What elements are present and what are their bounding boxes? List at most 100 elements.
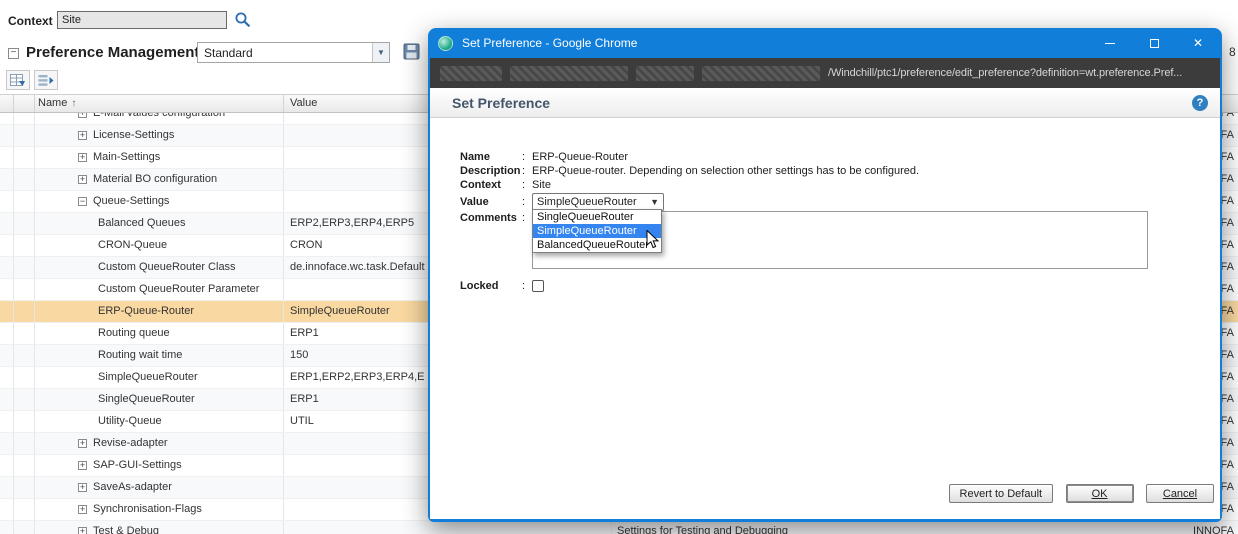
listbox-option[interactable]: SimpleQueueRouter <box>533 224 661 238</box>
row-gutter-cell <box>14 301 35 322</box>
colon <box>522 164 532 178</box>
redacted-url-segment <box>702 66 820 81</box>
search-icon[interactable] <box>234 11 252 29</box>
tree-toggle-icon[interactable]: + <box>78 527 87 534</box>
locked-field-row: Locked <box>460 279 1200 293</box>
row-name-cell: + SaveAs-adapter <box>36 477 284 498</box>
cancel-button[interactable]: Cancel <box>1146 484 1214 503</box>
redacted-url-segment <box>440 66 502 81</box>
value-select[interactable]: SimpleQueueRouter ▼ <box>532 193 664 211</box>
row-gutter-cell <box>0 389 14 410</box>
row-gutter-cell <box>0 477 14 498</box>
row-gutter-cell <box>14 367 35 388</box>
row-gutter-cell <box>14 433 35 454</box>
colon <box>522 279 532 293</box>
page-title: Preference Management <box>26 44 199 61</box>
address-bar[interactable]: /Windchill/ptc1/preference/edit_preferen… <box>430 58 1220 88</box>
close-button[interactable]: ✕ <box>1176 28 1220 58</box>
row-description-cell: Settings for Testing and Debugging <box>617 521 1137 534</box>
dialog-title: Set Preference <box>452 95 1192 111</box>
row-gutter-cell <box>14 345 35 366</box>
table-toolbar <box>6 70 58 90</box>
row-name-cell: +Test & Debug <box>36 521 284 534</box>
minimize-icon <box>1105 43 1115 44</box>
view-selector[interactable]: Standard ▼ <box>197 42 390 63</box>
name-value: ERP-Queue-Router <box>532 150 628 164</box>
colon <box>522 195 532 209</box>
row-name-text: Utility-Queue <box>98 411 162 432</box>
minimize-button[interactable] <box>1088 28 1132 58</box>
row-name-cell: Custom QueueRouter Parameter <box>36 279 284 300</box>
row-gutter-cell <box>0 125 14 146</box>
expand-rows-icon[interactable] <box>34 70 58 90</box>
row-name-cell: + Material BO configuration <box>36 169 284 190</box>
ok-button[interactable]: OK <box>1066 484 1134 503</box>
set-preference-window: Set Preference - Google Chrome ✕ /Windch… <box>428 28 1222 522</box>
row-gutter-cell <box>0 521 14 534</box>
row-gutter-cell <box>14 323 35 344</box>
tree-toggle-icon[interactable]: − <box>78 197 87 206</box>
tree-toggle-icon[interactable]: + <box>78 153 87 162</box>
tree-toggle-icon[interactable]: + <box>78 175 87 184</box>
tree-toggle-icon[interactable]: + <box>78 505 87 514</box>
row-gutter-cell <box>14 147 35 168</box>
row-name-text: Balanced Queues <box>98 213 185 234</box>
row-name-text: SaveAs-adapter <box>93 477 172 498</box>
row-gutter-cell <box>0 169 14 190</box>
column-header-name[interactable]: Name↑ <box>38 97 76 109</box>
name-field-row: Name ERP-Queue-Router <box>460 150 1200 164</box>
row-gutter-cell <box>0 433 14 454</box>
row-name-text: Main-Settings <box>93 147 160 168</box>
row-name-text: Material BO configuration <box>93 169 217 190</box>
tree-toggle-icon[interactable]: + <box>78 113 87 118</box>
context-input[interactable] <box>57 11 227 29</box>
row-name-text: SAP-GUI-Settings <box>93 455 182 476</box>
dialog-buttons: Revert to Default OK Cancel <box>941 484 1214 504</box>
tree-toggle-icon[interactable]: + <box>78 461 87 470</box>
gutter-header-cell <box>14 95 35 112</box>
window-titlebar[interactable]: Set Preference - Google Chrome ✕ <box>430 28 1220 58</box>
row-name-text: SingleQueueRouter <box>98 389 195 410</box>
table-row[interactable]: +Test & Debug Settings for Testing and De… <box>0 521 1238 534</box>
save-icon[interactable] <box>402 43 420 61</box>
row-gutter-cell <box>14 113 35 124</box>
row-gutter-cell <box>0 455 14 476</box>
collapse-section-icon[interactable]: − <box>8 48 19 59</box>
close-icon: ✕ <box>1193 37 1203 49</box>
listbox-option[interactable]: BalancedQueueRouter <box>533 238 661 252</box>
row-name-cell: + Main-Settings <box>36 147 284 168</box>
value-label: Value <box>460 195 522 209</box>
row-gutter-cell <box>14 455 35 476</box>
row-name-text: SimpleQueueRouter <box>98 367 198 388</box>
maximize-icon <box>1150 39 1159 48</box>
row-name-cell: Routing wait time <box>36 345 284 366</box>
tree-toggle-icon[interactable]: + <box>78 439 87 448</box>
row-name-text: Synchronisation-Flags <box>93 499 202 520</box>
row-name-cell: Utility-Queue <box>36 411 284 432</box>
colon <box>522 211 532 225</box>
row-name-text: Revise-adapter <box>93 433 168 454</box>
row-name-text: Custom QueueRouter Parameter <box>98 279 259 300</box>
row-value-cell <box>290 521 612 534</box>
maximize-button[interactable] <box>1132 28 1176 58</box>
help-icon[interactable]: ? <box>1192 95 1208 111</box>
row-name-cell: + SAP-GUI-Settings <box>36 455 284 476</box>
column-header-value[interactable]: Value <box>290 97 317 109</box>
tree-toggle-icon[interactable]: + <box>78 483 87 492</box>
row-name-cell: +E-Mail values configuration <box>36 113 284 124</box>
row-gutter-cell <box>14 191 35 212</box>
revert-to-default-button[interactable]: Revert to Default <box>949 484 1054 503</box>
row-name-cell: SimpleQueueRouter <box>36 367 284 388</box>
description-field-row: Description ERP-Queue-router. Depending … <box>460 164 1200 178</box>
locked-checkbox[interactable] <box>532 280 544 292</box>
clipped-count-fragment: 8 <box>1229 45 1236 59</box>
context-label: Context <box>8 14 53 28</box>
screen: Context − Preference Management Standard… <box>0 0 1238 534</box>
colon <box>522 178 532 192</box>
table-view-icon[interactable] <box>6 70 30 90</box>
listbox-option[interactable]: SingleQueueRouter <box>533 210 661 224</box>
window-title: Set Preference - Google Chrome <box>462 36 1088 50</box>
preference-form: Name ERP-Queue-Router Description ERP-Qu… <box>460 150 1200 293</box>
comments-label: Comments <box>460 211 522 225</box>
tree-toggle-icon[interactable]: + <box>78 131 87 140</box>
